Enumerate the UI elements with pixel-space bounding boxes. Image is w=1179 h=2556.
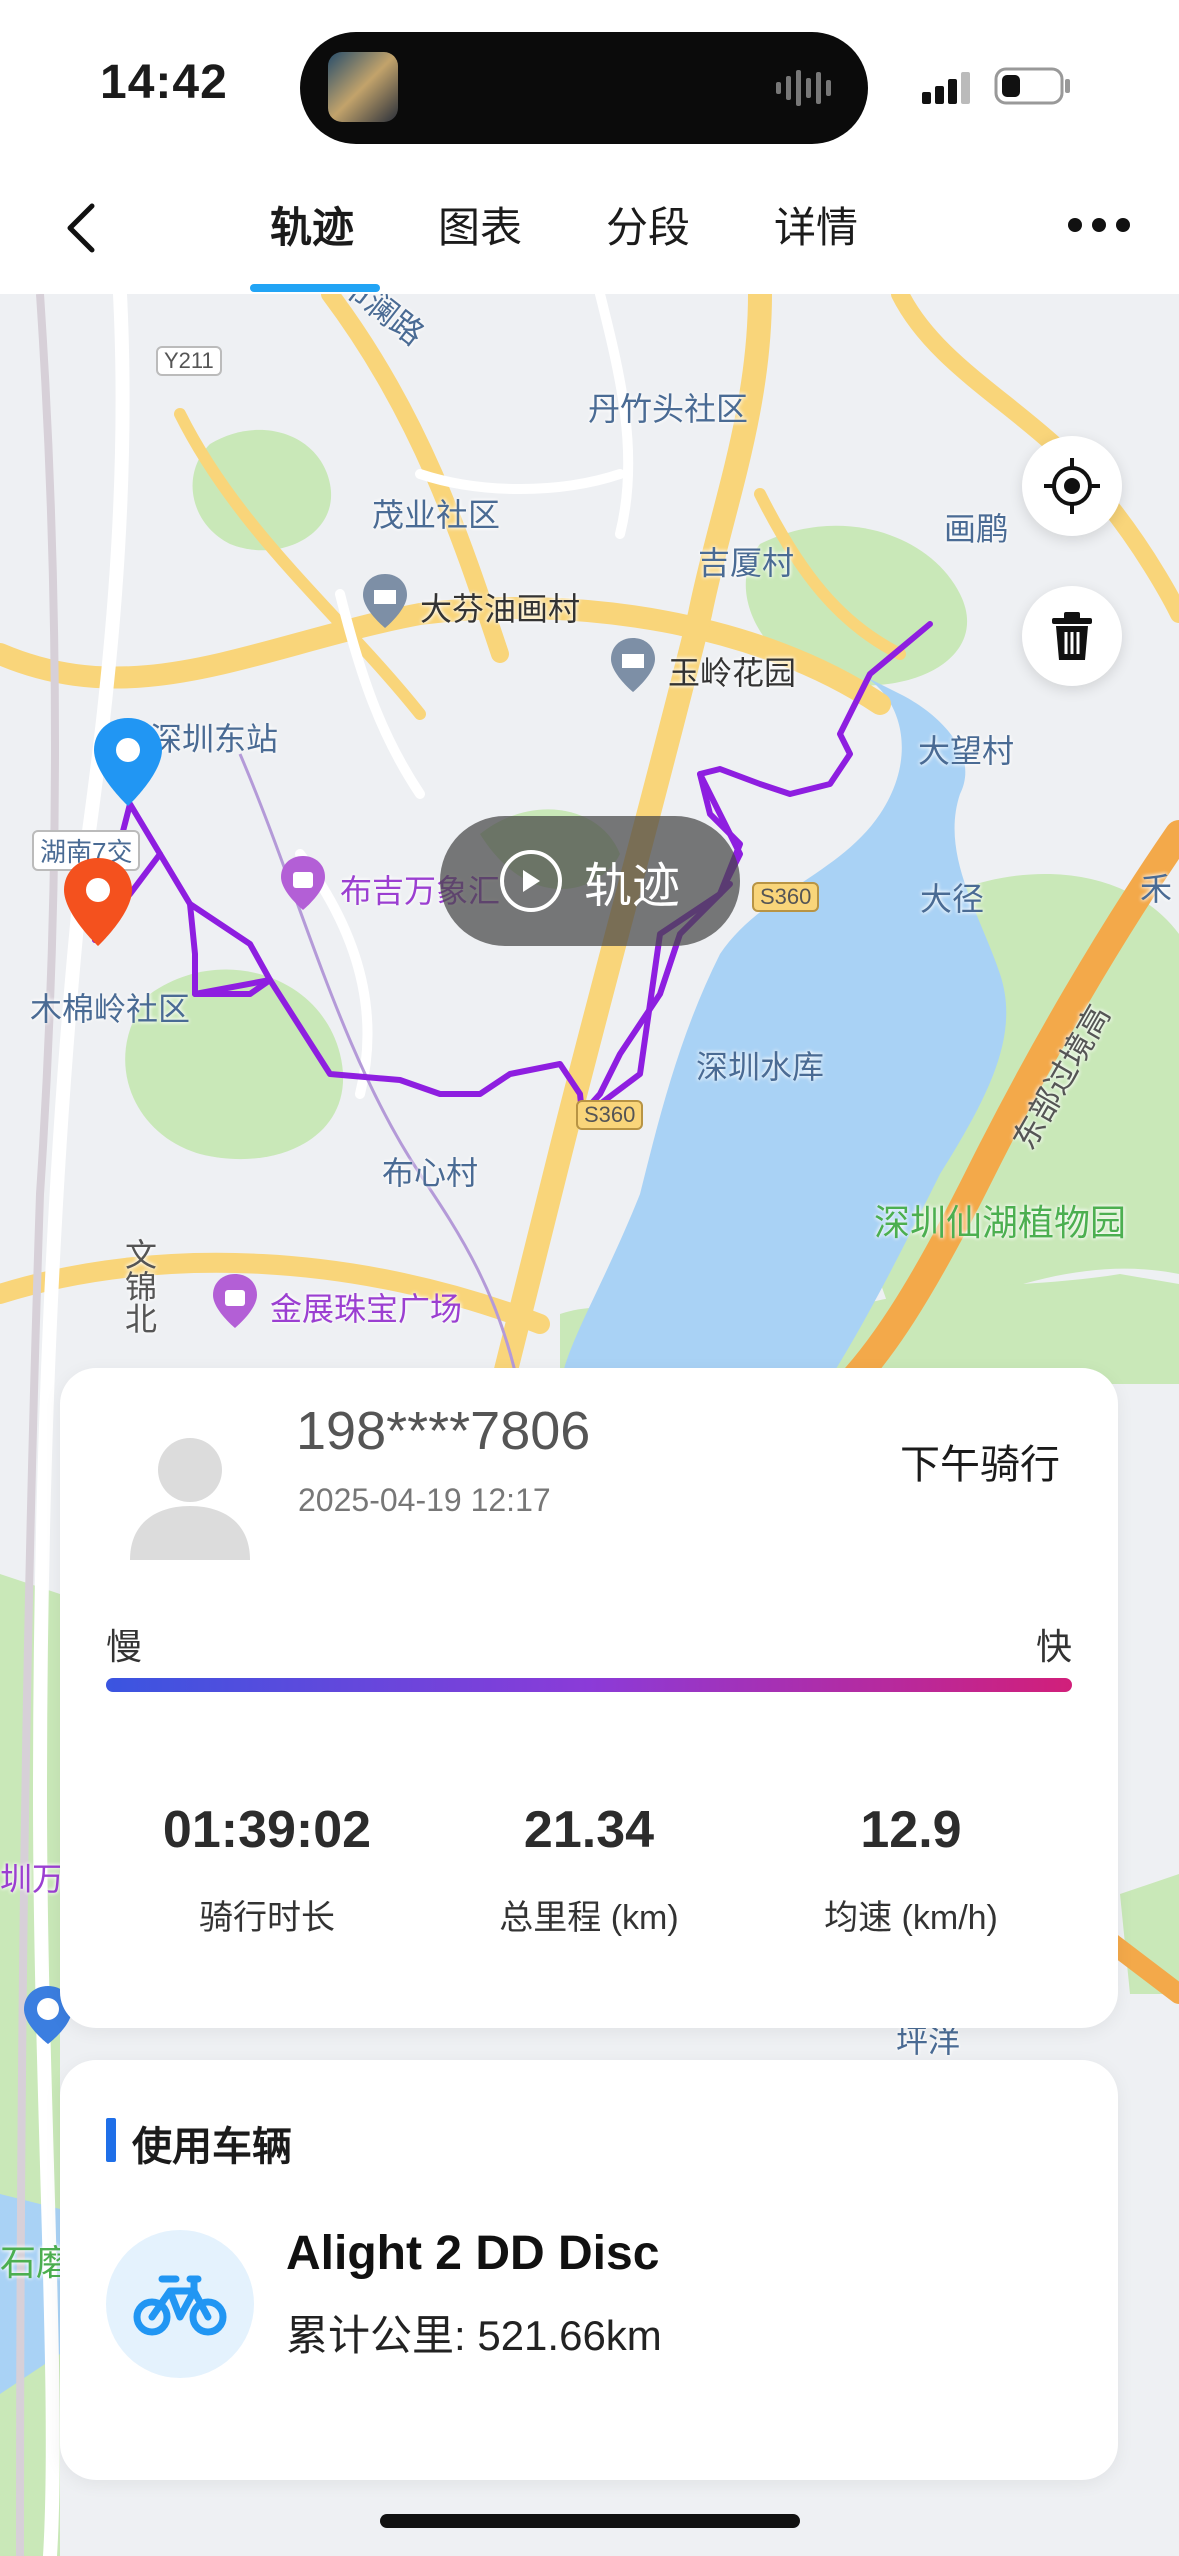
ride-datetime: 2025-04-19 12:17: [298, 1482, 551, 1518]
map-label: 深圳水库: [696, 1049, 825, 1085]
end-pin-icon: [64, 858, 132, 946]
play-track-label: 轨迹: [583, 860, 680, 913]
audio-wave-icon: [776, 70, 831, 106]
bike-mileage: 累计公里: 521.66km: [286, 2312, 662, 2359]
map-label: 吉厦村: [698, 545, 795, 581]
map-label: 丹竹头社区: [588, 391, 749, 427]
now-playing-artwork: [328, 52, 398, 122]
tab-track[interactable]: 轨迹: [270, 198, 354, 258]
map-label: 木棉岭社区: [30, 991, 191, 1027]
trash-icon: [1052, 612, 1092, 660]
bike-name: Alight 2 DD Disc: [286, 2227, 660, 2280]
bike-avatar: [106, 2230, 254, 2378]
duration-value: 01:39:02: [162, 1801, 372, 1859]
map-label: 大望村: [918, 733, 1015, 769]
vehicle-section-title: 使用车辆: [132, 2125, 292, 2169]
map-label: 大芬油画村: [420, 591, 581, 627]
avatar: [130, 1438, 250, 1560]
map-label: 布心村: [382, 1155, 479, 1191]
map-label: 大径: [920, 881, 985, 917]
ride-type: 下午骑行: [900, 1443, 1060, 1487]
map-label: 文锦北: [121, 1238, 157, 1334]
section-marker: [106, 2118, 116, 2162]
active-tab-indicator: [250, 284, 380, 292]
poi-icon: [363, 574, 407, 628]
start-pin-icon: [94, 718, 162, 806]
locate-icon: [1044, 458, 1100, 514]
map-label: 圳万: [0, 1861, 65, 1897]
road-badge: Y211: [156, 346, 222, 376]
user-name: 198****7806: [296, 1401, 591, 1461]
duration-label: 骑行时长: [199, 1899, 335, 1937]
tab-chart[interactable]: 图表: [438, 198, 522, 258]
map-label: 深圳东站: [150, 721, 279, 757]
map-label: 金展珠宝广场: [270, 1291, 463, 1327]
speed-gradient-bar: [106, 1678, 1072, 1692]
play-track-button[interactable]: 轨迹: [440, 816, 740, 946]
map-label: 画鹛: [944, 511, 1009, 547]
bicycle-icon: [133, 2275, 227, 2336]
shopping-icon: [213, 1274, 257, 1328]
battery-icon: [994, 67, 1070, 105]
map-label: 茂业社区: [372, 497, 501, 533]
locate-button[interactable]: [1022, 436, 1122, 536]
map-label: 玉岭花园: [668, 655, 797, 691]
speed-slow-label: 慢: [106, 1626, 143, 1667]
back-icon[interactable]: [54, 198, 114, 258]
status-time: 14:42: [100, 56, 228, 109]
avg-speed-value: 12.9: [860, 1801, 962, 1859]
map-label: 禾: [1140, 871, 1173, 907]
signal-icon: [922, 72, 970, 104]
shopping-icon: [281, 856, 325, 910]
play-icon: [499, 850, 562, 912]
speed-fast-label: 快: [1036, 1626, 1073, 1667]
poi-icon: [611, 638, 655, 692]
distance-value: 21.34: [523, 1801, 655, 1859]
top-nav: [0, 170, 1179, 294]
road-badge: S360: [576, 1100, 644, 1130]
map-label: 深圳仙湖植物园: [874, 1202, 1127, 1243]
more-icon[interactable]: [1066, 210, 1132, 240]
tab-segments[interactable]: 分段: [606, 198, 690, 258]
home-indicator[interactable]: [380, 2514, 800, 2528]
avg-speed-label: 均速 (km/h): [824, 1899, 998, 1937]
delete-button[interactable]: [1022, 586, 1122, 686]
distance-label: 总里程 (km): [499, 1899, 679, 1937]
road-badge: S360: [752, 882, 820, 912]
tab-details[interactable]: 详情: [774, 198, 858, 258]
